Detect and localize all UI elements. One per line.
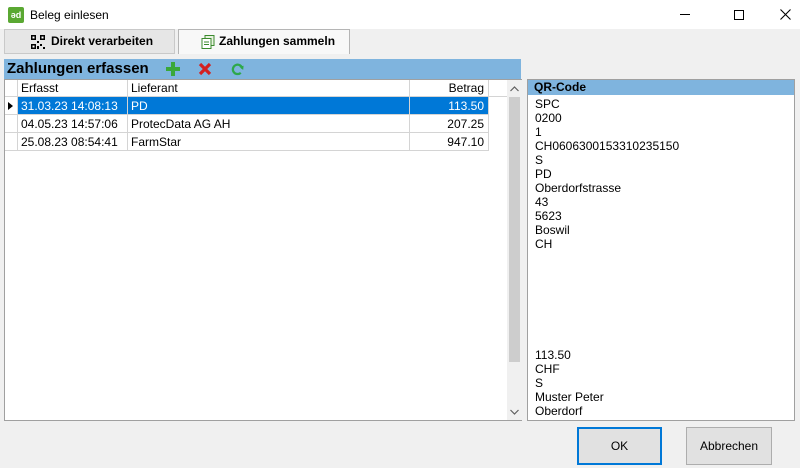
- app-icon: ǝd: [8, 7, 24, 23]
- cancel-button[interactable]: Abbrechen: [686, 427, 772, 465]
- qr-code-panel[interactable]: QR-Code SPC 0200 1 CH0606300153310235150…: [527, 79, 795, 421]
- cell-lieferant[interactable]: PD: [128, 97, 410, 115]
- column-header-erfasst[interactable]: Erfasst: [18, 80, 128, 97]
- minimize-icon: [680, 14, 690, 15]
- scroll-up-button[interactable]: [507, 80, 522, 97]
- cell-lieferant[interactable]: FarmStar: [128, 133, 410, 151]
- title-bar: ǝd Beleg einlesen: [0, 0, 800, 29]
- chevron-down-icon: [510, 409, 519, 415]
- qr-line: S: [535, 153, 544, 167]
- qr-line: 113.50: [535, 348, 571, 362]
- add-button[interactable]: [165, 61, 181, 77]
- ok-button[interactable]: OK: [577, 427, 662, 465]
- row-indicator: [5, 115, 18, 133]
- maximize-button[interactable]: [716, 0, 762, 29]
- qr-line: 0200: [535, 111, 562, 125]
- section-header: Zahlungen erfassen: [4, 59, 521, 79]
- table-row[interactable]: 04.05.23 14:57:06 ProtecData AG AH 207.2…: [5, 115, 489, 133]
- qr-line: Oberdorf: [535, 404, 583, 418]
- row-indicator: [5, 97, 18, 115]
- qr-panel-header: QR-Code: [528, 80, 794, 95]
- chevron-up-icon: [510, 85, 519, 91]
- scroll-thumb[interactable]: [509, 97, 520, 362]
- documents-icon: [201, 35, 215, 49]
- cell-lieferant[interactable]: ProtecData AG AH: [128, 115, 410, 133]
- close-icon: [779, 9, 791, 20]
- qr-line: S: [535, 376, 544, 390]
- tab-direkt-verarbeiten[interactable]: Direkt verarbeiten: [4, 29, 175, 54]
- tab-label: Zahlungen sammeln: [219, 34, 336, 48]
- row-indicator: [5, 133, 18, 151]
- maximize-icon: [734, 9, 744, 20]
- delete-button[interactable]: [197, 61, 213, 77]
- qr-line: Boswil: [535, 223, 570, 237]
- add-icon: [166, 62, 180, 76]
- qr-line: PD: [535, 167, 552, 181]
- cell-erfasst[interactable]: 25.08.23 08:54:41: [18, 133, 128, 151]
- table-header: Erfasst Lieferant Betrag: [5, 80, 507, 97]
- delete-icon: [198, 62, 212, 76]
- column-header-betrag[interactable]: Betrag: [410, 80, 489, 97]
- qr-line: 43: [535, 195, 549, 209]
- qr-line: CHF: [535, 362, 560, 376]
- table-row[interactable]: 25.08.23 08:54:41 FarmStar 947.10: [5, 133, 489, 151]
- cell-betrag[interactable]: 947.10: [410, 133, 489, 151]
- cell-erfasst[interactable]: 04.05.23 14:57:06: [18, 115, 128, 133]
- vertical-scrollbar[interactable]: [507, 80, 522, 420]
- cell-erfasst[interactable]: 31.03.23 14:08:13: [18, 97, 128, 115]
- qr-line: 1: [535, 125, 542, 139]
- tab-zahlungen-sammeln[interactable]: Zahlungen sammeln: [178, 29, 350, 54]
- window-title: Beleg einlesen: [30, 8, 109, 22]
- cell-betrag[interactable]: 113.50: [410, 97, 489, 115]
- refresh-button[interactable]: [229, 61, 245, 77]
- column-header-lieferant[interactable]: Lieferant: [128, 80, 410, 97]
- qr-line: 5623: [535, 209, 562, 223]
- table-row[interactable]: 31.03.23 14:08:13 PD 113.50: [5, 97, 489, 115]
- qr-line: SPC: [535, 97, 560, 111]
- qr-line: Muster Peter: [535, 390, 604, 404]
- row-header-corner: [5, 80, 18, 97]
- refresh-icon: [231, 63, 244, 75]
- current-row-arrow-icon: [8, 102, 13, 110]
- qr-code-icon: [31, 35, 45, 49]
- qr-line: CH0606300153310235150: [535, 139, 680, 153]
- scroll-down-button[interactable]: [507, 403, 522, 420]
- payments-table[interactable]: Erfasst Lieferant Betrag 31.03.23 14:08:…: [4, 79, 522, 421]
- qr-line: Oberdorfstrasse: [535, 181, 622, 195]
- close-button[interactable]: [762, 0, 800, 29]
- qr-line: CH: [535, 237, 553, 251]
- cell-betrag[interactable]: 207.25: [410, 115, 489, 133]
- section-title: Zahlungen erfassen: [7, 60, 149, 77]
- tab-label: Direkt verarbeiten: [51, 34, 154, 48]
- minimize-button[interactable]: [662, 0, 708, 29]
